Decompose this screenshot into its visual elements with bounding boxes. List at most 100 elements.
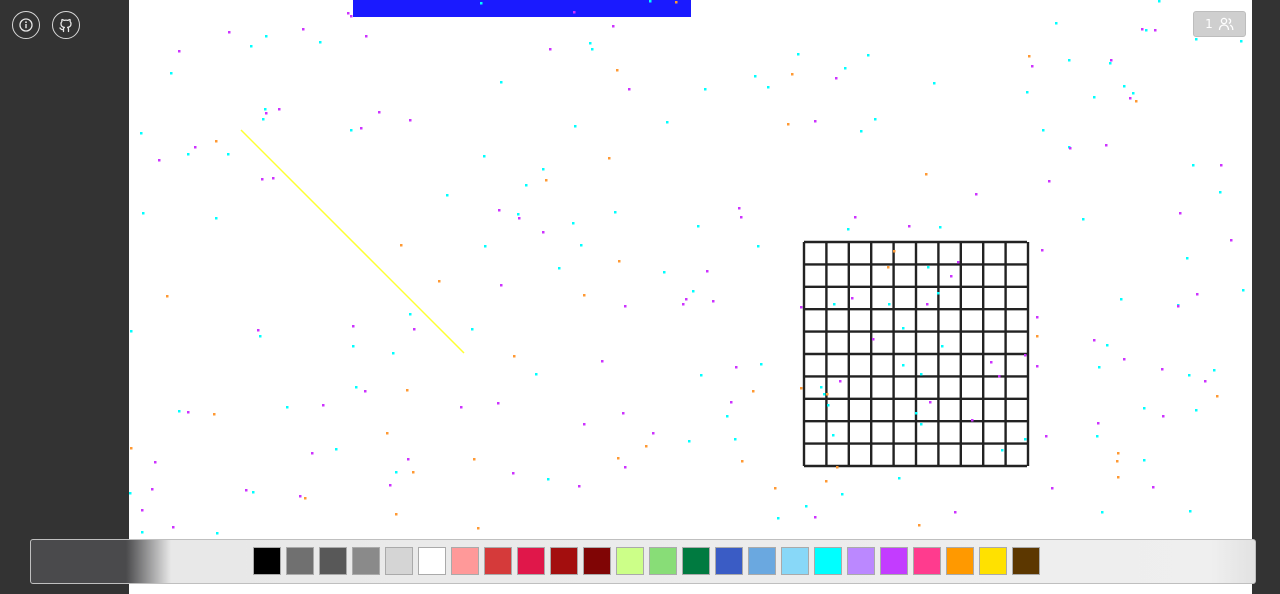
paint-dot [130,447,133,450]
paint-dot [1041,249,1044,252]
paint-dot [525,184,528,187]
color-swatch[interactable] [913,547,941,575]
paint-dot [172,526,175,529]
paint-dot [730,401,733,404]
paint-dot [851,297,854,300]
color-swatch[interactable] [781,547,809,575]
paint-dot [920,423,923,426]
paint-dot [142,212,145,215]
color-swatch[interactable] [484,547,512,575]
paint-dot [1154,29,1157,32]
paint-dot [360,127,363,130]
paint-dot [1028,55,1031,58]
paint-dot [927,266,930,269]
info-button[interactable] [12,11,40,39]
drawing-canvas[interactable]: 1 [129,0,1252,594]
paint-dot [311,452,314,455]
paint-dot [800,306,803,309]
color-swatch[interactable] [1012,547,1040,575]
paint-dot [406,389,409,392]
color-swatch[interactable] [253,547,281,575]
paint-dot [1048,180,1051,183]
paint-dot [392,352,395,355]
paint-dot [1161,368,1164,371]
paint-dot [500,284,503,287]
color-swatch[interactable] [451,547,479,575]
paint-dot [471,328,474,331]
paint-dot [902,364,905,367]
color-swatch[interactable] [946,547,974,575]
paint-dot [215,217,218,220]
paint-dot [1123,358,1126,361]
paint-dot [692,290,695,293]
paint-dot [591,48,594,51]
paint-dot [265,35,268,38]
paint-dot [1220,164,1223,167]
color-swatch[interactable] [715,547,743,575]
color-swatch[interactable] [385,547,413,575]
paint-dot [777,517,780,520]
paint-dot [129,492,132,495]
paint-dot [166,295,169,298]
paint-dot [839,380,842,383]
paint-dot [518,217,521,220]
paint-dot [1195,409,1198,412]
paint-dot [760,363,763,366]
color-swatch[interactable] [616,547,644,575]
paint-dot [908,225,911,228]
paint-dot [1158,0,1161,3]
paint-dot [757,245,760,248]
color-swatch[interactable] [814,547,842,575]
paint-dot [1162,415,1165,418]
paint-dot [140,132,143,135]
color-swatch[interactable] [517,547,545,575]
paint-dot [860,130,863,133]
paint-dot [933,82,936,85]
paint-dot [823,393,826,396]
github-icon [59,18,72,32]
color-swatch[interactable] [550,547,578,575]
color-swatch[interactable] [979,547,1007,575]
github-button[interactable] [52,11,80,39]
color-swatch[interactable] [319,547,347,575]
paint-dot [178,50,181,53]
paint-dot [1098,366,1101,369]
paint-dot [228,31,231,34]
paint-dot [1024,438,1027,441]
color-swatch[interactable] [286,547,314,575]
paint-dot [612,25,615,28]
paint-dot [663,271,666,274]
color-swatch[interactable] [748,547,776,575]
paint-dot [926,303,929,306]
users-count: 1 [1205,17,1213,31]
paint-dot [335,448,338,451]
paint-dot [1101,511,1104,514]
paint-dot [347,12,350,15]
color-swatch[interactable] [352,547,380,575]
color-swatch[interactable] [649,547,677,575]
paint-dot [939,226,942,229]
paint-dot [413,328,416,331]
paint-dot [867,54,870,57]
color-swatch[interactable] [682,547,710,575]
paint-dot [1036,335,1039,338]
paint-dot [1055,22,1058,25]
paint-dot [395,471,398,474]
color-swatch[interactable] [847,547,875,575]
paint-dot [574,125,577,128]
yellow-stroke [240,129,465,354]
paint-dot [549,48,552,51]
color-swatch[interactable] [418,547,446,575]
paint-dot [740,216,743,219]
color-swatch[interactable] [583,547,611,575]
paint-dot [726,415,729,418]
paint-dot [407,458,410,461]
paint-dot [1179,212,1182,215]
paint-dot [833,303,836,306]
color-swatch[interactable] [880,547,908,575]
paint-dot [888,303,891,306]
paint-dot [580,244,583,247]
paint-dot [937,292,940,295]
paint-dot [1204,380,1207,383]
paint-dot [352,345,355,348]
